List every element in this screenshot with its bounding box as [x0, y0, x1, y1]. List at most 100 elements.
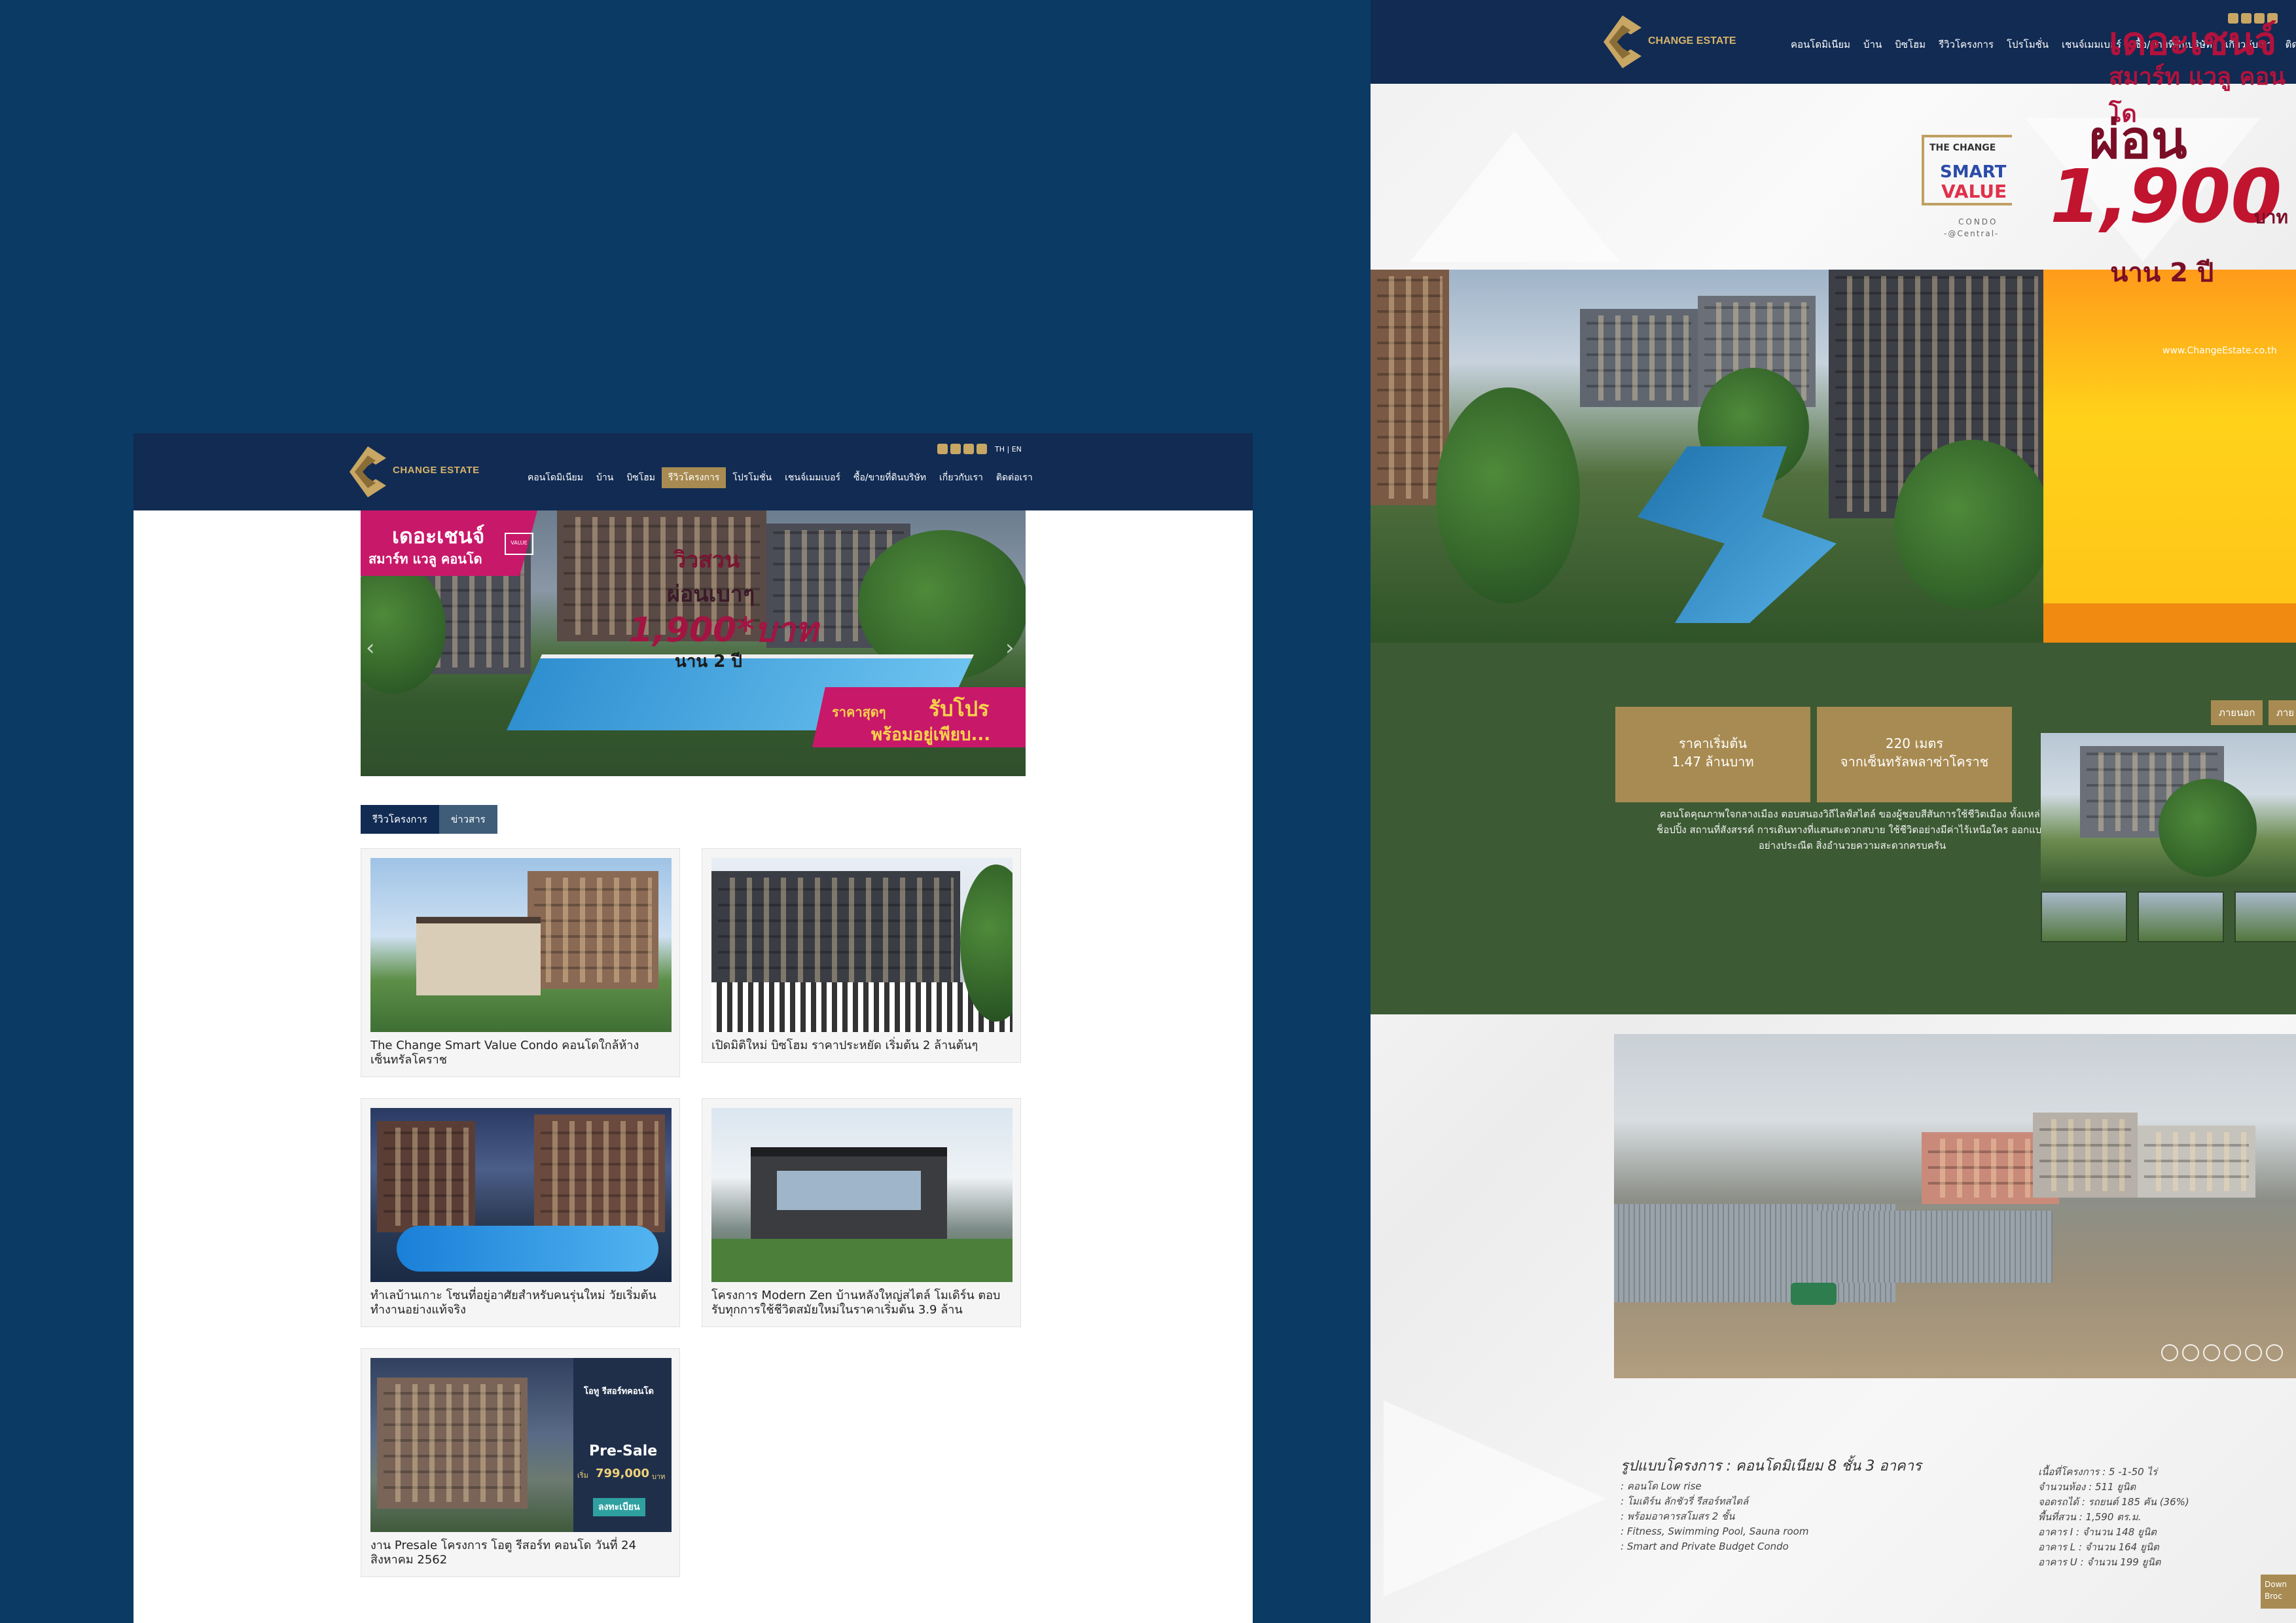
nav-item-contact[interactable]: ติด: [2279, 37, 2296, 52]
gallery-main-image[interactable]: [2041, 733, 2296, 886]
clubhouse-image: [416, 917, 541, 995]
review-card[interactable]: The Change Smart Value Condo คอนโดใกล้ห้…: [361, 848, 680, 1077]
project-spec-title: รูปแบบโครงการ : คอนโดมิเนียม 8 ชั้น 3 อา…: [1621, 1458, 1922, 1474]
building-image: [2033, 1113, 2138, 1198]
project-description: คอนโดคุณภาพใจกลางเมือง ตอบสนองวิถีไลฟ์สไ…: [1657, 808, 2048, 851]
project-info-section: ราคาเริ่มต้น 1.47 ล้านบาท 220 เมตร จากเซ…: [1371, 643, 2296, 1014]
gallery-thumbnail[interactable]: [2234, 891, 2296, 942]
gallery-thumbnail[interactable]: [2138, 891, 2224, 942]
card-image[interactable]: [711, 1108, 1013, 1282]
tab-project-review[interactable]: รีวิวโครงการ: [361, 805, 439, 834]
building-image: [534, 1115, 665, 1232]
stat-item: พื้นที่สวน : 1,590 ตร.ม.: [2038, 1511, 2142, 1523]
pool-image: [397, 1226, 658, 1272]
gallery-thumbnail[interactable]: [2041, 891, 2127, 942]
poster-register-button[interactable]: ลงทะเบียน: [593, 1498, 645, 1516]
tab-news[interactable]: ข่าวสาร: [439, 805, 497, 834]
project-logo-value: VALUE: [1941, 181, 2007, 202]
project-logo-the: THE CHANGE: [1929, 143, 1996, 153]
building-image: [377, 1121, 475, 1232]
line-icon[interactable]: [950, 444, 961, 454]
card-caption[interactable]: The Change Smart Value Condo คอนโดใกล้ห้…: [370, 1039, 670, 1067]
nav-item-project-review[interactable]: รีวิวโครงการ: [1932, 37, 2000, 52]
facility-icon: [2203, 1344, 2220, 1361]
spec-item: : โมเดิร์น ลักชัวรี่ รีสอร์ทสไตล์: [1621, 1495, 1749, 1507]
nav-item-promotion[interactable]: โปรโมชั่น: [726, 467, 778, 488]
stat-item: อาคาร U : จำนวน 199 ยูนิต: [2038, 1556, 2161, 1568]
instagram-icon[interactable]: [977, 444, 987, 454]
change-estate-logo-icon[interactable]: [350, 446, 386, 497]
card-image[interactable]: [370, 858, 672, 1032]
nav-item-land-trade[interactable]: ซื้อ/ขายที่ดินบริษัท: [847, 467, 933, 488]
language-switch[interactable]: TH | EN: [995, 445, 1022, 454]
facility-icons: [2161, 1344, 2283, 1361]
nav-item-house[interactable]: บ้าน: [1857, 37, 1888, 52]
facebook-icon[interactable]: [937, 444, 948, 454]
review-card[interactable]: ทำเลบ้านเกาะ โซนที่อยู่อาศัยสำหรับคนรุ่น…: [361, 1098, 680, 1327]
spec-item: : Fitness, Swimming Pool, Sauna room: [1621, 1525, 1809, 1537]
nav-item-bizhome[interactable]: บิซโฮม: [620, 467, 662, 488]
review-card[interactable]: โอทู รีสอร์ทคอนโด Pre-Sale เริ่ม 799,000…: [361, 1348, 680, 1577]
nav-item-house[interactable]: บ้าน: [590, 467, 620, 488]
card-caption[interactable]: เปิดมิติใหม่ บิซโฮม ราคาประหยัด เริ่มต้น…: [711, 1039, 1011, 1053]
promo-duration: นาน 2 ปี: [2110, 258, 2214, 288]
card-caption[interactable]: ทำเลบ้านเกาะ โซนที่อยู่อาศัยสำหรับคนรุ่น…: [370, 1289, 670, 1317]
truck-image: [1791, 1283, 1837, 1305]
chevron-right-icon[interactable]: ›: [1005, 635, 1014, 661]
distance-value: 220 เมตร: [1885, 736, 1944, 751]
promo-website[interactable]: www.ChangeEstate.co.th: [2162, 346, 2277, 356]
card-image[interactable]: โอทู รีสอร์ทคอนโด Pre-Sale เริ่ม 799,000…: [370, 1358, 672, 1532]
promo-panel: [2043, 270, 2296, 643]
promo-footer: [2043, 603, 2296, 643]
poster-unit: บาท: [652, 1472, 666, 1481]
social-links: TH | EN: [937, 444, 1022, 454]
facility-icon: [2266, 1344, 2283, 1361]
hedge-image: [711, 1239, 1013, 1282]
tree-image: [2159, 779, 2257, 877]
project-spec-list: : คอนโด Low rise : โมเดิร์น ลักชัวรี่ รี…: [1621, 1479, 1808, 1554]
nav-item-about[interactable]: เกี่ยวกับเรา: [933, 467, 990, 488]
tab-interior[interactable]: ภาย: [2269, 700, 2296, 725]
main-nav: คอนโดมิเนียม บ้าน บิซโฮม รีวิวโครงการ โป…: [521, 467, 1039, 488]
project-logo-condo: CONDO: [1958, 217, 1998, 226]
card-caption[interactable]: งาน Presale โครงการ โอตู รีสอร์ท คอนโด ว…: [370, 1539, 670, 1567]
facility-icon: [2245, 1344, 2262, 1361]
townhome-image: [711, 871, 960, 989]
tab-exterior[interactable]: ภายนอก: [2211, 700, 2263, 725]
nav-item-change-member[interactable]: เชนจ์เมมเบอร์: [778, 467, 847, 488]
building-image: [377, 1378, 528, 1508]
card-image[interactable]: [370, 1108, 672, 1282]
nav-item-project-review[interactable]: รีวิวโครงการ: [662, 467, 726, 488]
stat-item: จำนวนห้อง : 511 ยูนิต: [2038, 1481, 2136, 1493]
facility-icon: [2224, 1344, 2241, 1361]
hero-banner[interactable]: เดอะเชนจ์ สมาร์ท แวลู คอนโด VALUE วิวสวน…: [361, 510, 1026, 776]
spec-item: : Smart and Private Budget Condo: [1621, 1541, 1789, 1552]
nav-item-promotion[interactable]: โปรโมชั่น: [2000, 37, 2055, 52]
facility-icon: [2182, 1344, 2199, 1361]
facility-icon: [2161, 1344, 2178, 1361]
change-estate-logo-icon[interactable]: [1604, 13, 1641, 71]
price-info-box: ราคาเริ่มต้น 1.47 ล้านบาท: [1615, 707, 1810, 802]
review-card[interactable]: โครงการ Modern Zen บ้านหลังใหญ่สไตล์ โมเ…: [702, 1098, 1021, 1327]
tree-image: [1436, 387, 1580, 603]
nav-item-contact[interactable]: ติดต่อเรา: [990, 467, 1039, 488]
download-brochure-button[interactable]: Down Broc: [2261, 1575, 2296, 1609]
poster-label: Pre-Sale: [589, 1443, 658, 1459]
youtube-icon[interactable]: [963, 444, 974, 454]
chevron-left-icon[interactable]: ‹: [366, 635, 375, 661]
nav-item-condominium[interactable]: คอนโดมิเนียม: [1784, 37, 1857, 52]
brand-name[interactable]: CHANGE ESTATE: [393, 465, 480, 476]
website-left-page: CHANGE ESTATE คอนโดมิเนียม บ้าน บิซโฮม ร…: [134, 433, 1253, 1623]
banner-cta-line2: พร้อมอยู่เพียบ...: [871, 725, 991, 745]
site-header: CHANGE ESTATE คอนโดมิเนียม บ้าน บิซโฮม ร…: [134, 433, 1253, 510]
building-image: [528, 871, 658, 989]
card-caption[interactable]: โครงการ Modern Zen บ้านหลังใหญ่สไตล์ โมเ…: [711, 1289, 1011, 1317]
nav-item-condominium[interactable]: คอนโดมิเนียม: [521, 467, 590, 488]
card-image[interactable]: [711, 858, 1013, 1032]
pool-image: [1638, 446, 1837, 623]
review-card[interactable]: เปิดมิติใหม่ บิซโฮม ราคาประหยัด เริ่มต้น…: [702, 848, 1021, 1063]
background-pattern: [1410, 131, 1619, 262]
poster-brand: โอทู รีสอร์ทคอนโด: [584, 1387, 654, 1397]
nav-item-bizhome[interactable]: บิซโฮม: [1888, 37, 1932, 52]
brand-name[interactable]: CHANGE ESTATE: [1648, 35, 1736, 47]
